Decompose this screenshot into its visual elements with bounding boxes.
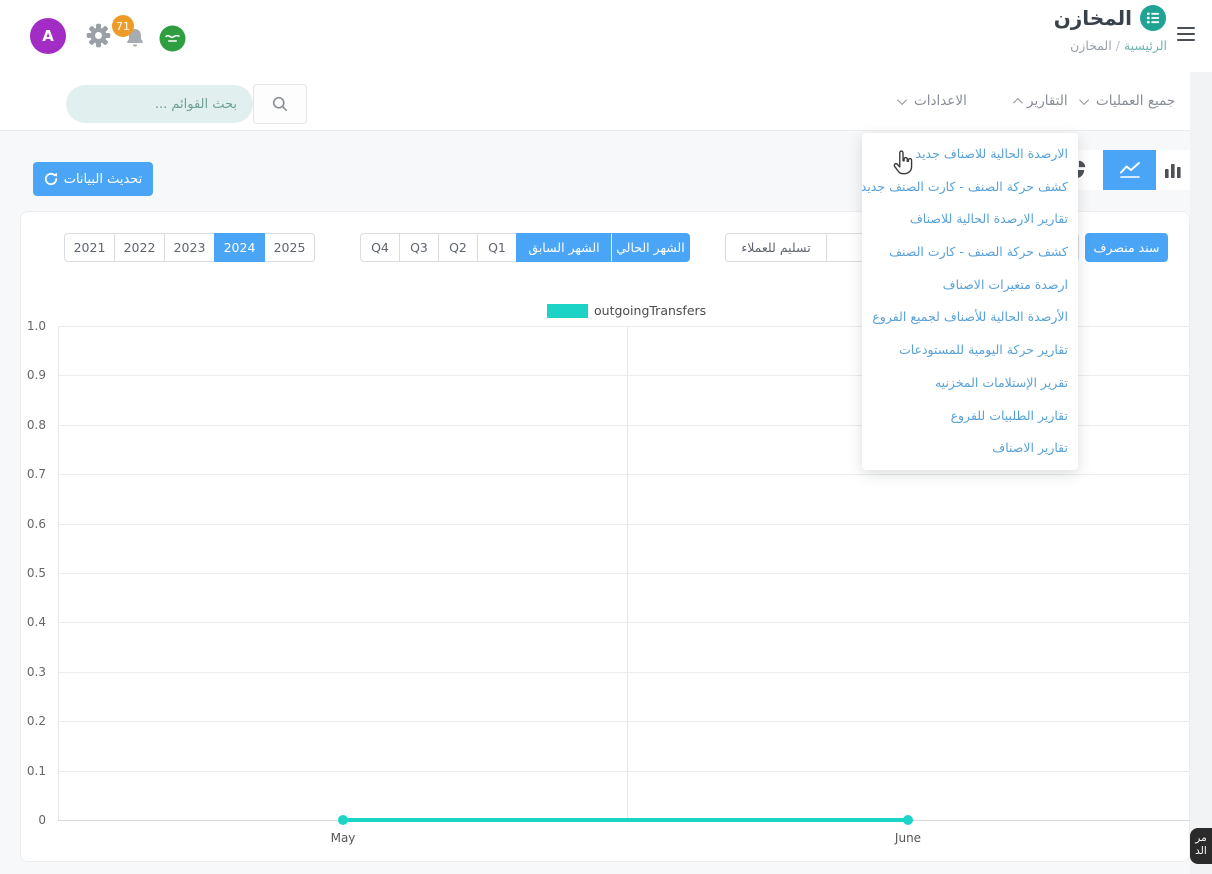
breadcrumb-current: المخازن <box>1070 38 1112 53</box>
series-line-outgoing-transfers <box>343 818 908 822</box>
scroll-gutter <box>1190 72 1212 874</box>
data-point-june <box>903 815 913 825</box>
year-button-2021[interactable]: 2021 <box>64 233 115 262</box>
quarter-button-q1[interactable]: Q1 <box>477 233 517 262</box>
chevron-up-icon <box>1013 97 1023 107</box>
breadcrumb-separator: / <box>1116 38 1120 53</box>
quarter-button-q4[interactable]: Q4 <box>360 233 400 262</box>
main-navbar: جميع العمليات التقارير الاعدادات <box>0 72 1190 131</box>
y-tick: 0.5 <box>27 565 46 581</box>
list-badge-icon <box>1139 4 1167 32</box>
year-button-2023[interactable]: 2023 <box>164 233 215 262</box>
y-tick: 0.4 <box>27 614 46 630</box>
legend-label: outgoingTransfers <box>594 303 706 318</box>
menu-item-items-reports[interactable]: تقارير الاصناف <box>862 432 1078 465</box>
menu-item-branch-orders-reports[interactable]: تقارير الطلبيات للفروع <box>862 400 1078 433</box>
y-tick: 1.0 <box>27 318 46 334</box>
nav-item-label: التقارير <box>1027 93 1068 109</box>
gear-icon[interactable] <box>85 22 112 49</box>
nav-item-all-operations[interactable]: جميع العمليات <box>1082 93 1175 109</box>
year-button-2024-active[interactable]: 2024 <box>214 233 265 262</box>
prev-month-button[interactable]: الشهر السابق <box>516 233 612 262</box>
year-button-2025[interactable]: 2025 <box>264 233 315 262</box>
y-tick: 0.8 <box>27 417 46 433</box>
search-button[interactable] <box>253 84 307 124</box>
chevron-down-icon <box>1079 95 1089 105</box>
bar-chart-icon <box>1163 160 1183 180</box>
support-tab-clipped[interactable]: مر الد <box>1190 828 1212 864</box>
support-tab-line1: مر <box>1195 832 1206 844</box>
nav-item-label: الاعدادات <box>914 93 967 109</box>
year-button-2022[interactable]: 2022 <box>114 233 165 262</box>
y-tick: 0.3 <box>27 664 46 680</box>
year-filter-group: 2021 2022 2023 2024 2025 <box>64 233 315 262</box>
nav-item-label: جميع العمليات <box>1096 93 1175 109</box>
nav-item-settings[interactable]: الاعدادات <box>900 93 967 109</box>
x-tick-june: June <box>887 831 929 845</box>
menu-item-variant-balances[interactable]: ارصدة متغيرات الاصناف <box>862 269 1078 302</box>
app-header: المخازن الرئيسية / المخازن A 71 <box>0 0 1212 72</box>
legend-swatch-outgoing-transfers <box>547 304 588 318</box>
menu-item-daily-warehouse-movement[interactable]: تقارير حركة اليومية للمستودعات <box>862 334 1078 367</box>
avatar[interactable]: A <box>30 18 66 54</box>
y-tick: 0.7 <box>27 466 46 482</box>
current-month-button[interactable]: الشهر الحالي <box>611 233 690 262</box>
breadcrumb: الرئيسية / المخازن <box>1070 38 1167 53</box>
breadcrumb-home[interactable]: الرئيسية <box>1124 38 1167 53</box>
bar-chart-button[interactable] <box>1156 150 1190 190</box>
saudi-flag-icon[interactable] <box>159 25 186 52</box>
support-tab-line2: الد <box>1195 845 1207 857</box>
nav-item-reports[interactable]: التقارير <box>1013 93 1068 109</box>
quarter-button-q3[interactable]: Q3 <box>399 233 439 262</box>
data-point-may <box>338 815 348 825</box>
chart-legend[interactable]: outgoingTransfers <box>547 303 706 318</box>
search-input[interactable] <box>66 85 253 123</box>
app-canvas: المخازن الرئيسية / المخازن A 71 <box>0 0 1212 874</box>
magnifier-icon <box>271 95 289 113</box>
hamburger-menu-icon[interactable] <box>1177 27 1195 43</box>
y-tick: 0 <box>38 812 46 828</box>
menu-item-balances-all-branches[interactable]: الأرصدة الحالية للأصناف لجميع الفروع <box>862 301 1078 334</box>
chevron-down-icon <box>897 95 907 105</box>
y-tick: 0.1 <box>27 763 46 779</box>
notification-badge[interactable]: 71 <box>112 15 134 37</box>
deliver-customers-button[interactable]: تسليم للعملاء <box>725 233 827 262</box>
refresh-data-button[interactable]: تحديث البيانات <box>33 162 153 196</box>
refresh-arrow-icon <box>44 172 58 186</box>
line-chart-button[interactable] <box>1103 150 1156 190</box>
refresh-label: تحديث البيانات <box>64 172 143 187</box>
reports-dropdown-menu: الارصدة الحالية للاصناف جديد كشف حركة ال… <box>862 133 1078 470</box>
period-filter-group: Q4 Q3 Q2 Q1 الشهر السابق الشهر الحالي <box>360 233 690 262</box>
y-tick: 0.9 <box>27 367 46 383</box>
hand-pointer-cursor <box>890 148 916 178</box>
page-title: المخازن <box>1054 6 1132 30</box>
menu-item-stock-receipts-report[interactable]: تقرير الإستلامات المخزنيه <box>862 367 1078 400</box>
expense-voucher-button[interactable]: سند منصرف <box>1085 233 1168 262</box>
y-tick: 0.6 <box>27 516 46 532</box>
y-axis-labels: 1.0 0.9 0.8 0.7 0.6 0.5 0.4 0.3 0.2 0.1 … <box>0 326 52 820</box>
y-tick: 0.2 <box>27 713 46 729</box>
line-chart-icon <box>1119 160 1141 180</box>
menu-item-current-balances-reports[interactable]: تقارير الارصدة الحالية للاصناف <box>862 203 1078 236</box>
quarter-button-q2[interactable]: Q2 <box>438 233 478 262</box>
x-tick-may: May <box>322 831 364 845</box>
page-title-row: المخازن <box>1054 2 1167 34</box>
menu-item-item-card[interactable]: كشف حركة الصنف - كارت الصنف <box>862 236 1078 269</box>
